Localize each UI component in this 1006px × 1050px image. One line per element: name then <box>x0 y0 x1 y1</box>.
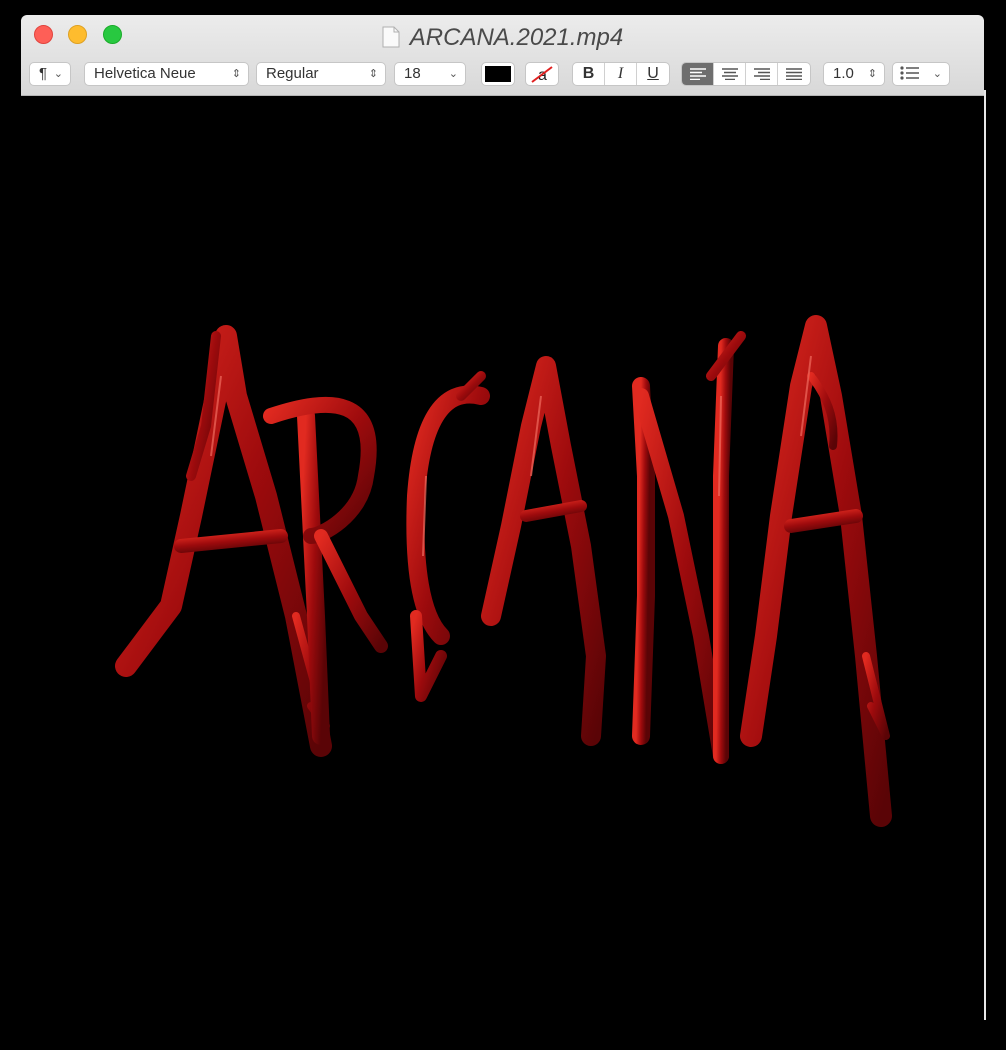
arcana-logo-artwork <box>115 315 892 827</box>
align-center-button[interactable] <box>714 63 746 85</box>
line-spacing-popup[interactable]: 1.0 ⇕ <box>823 62 885 86</box>
chevron-down-icon: ⌄ <box>448 68 458 80</box>
align-center-icon <box>721 68 738 80</box>
text-style-group: B I U <box>572 62 670 86</box>
align-left-icon <box>689 68 706 80</box>
italic-button[interactable]: I <box>605 63 637 85</box>
document-canvas[interactable] <box>21 96 984 1027</box>
document-icon <box>382 26 400 55</box>
list-style-popup[interactable]: ⌄ <box>892 62 950 86</box>
updown-arrows-icon: ⇕ <box>368 68 378 80</box>
updown-arrows-icon: ⇕ <box>231 68 241 80</box>
font-family-value: Helvetica Neue <box>94 65 196 82</box>
paragraph-style-popup[interactable]: ¶ ⌄ <box>29 62 71 86</box>
font-size-combo[interactable]: 18 ⌄ <box>394 62 466 86</box>
chevron-down-icon: ⌄ <box>932 68 942 80</box>
font-style-popup[interactable]: Regular ⇕ <box>256 62 386 86</box>
window-title: ARCANA.2021.mp4 <box>409 24 624 51</box>
updown-arrows-icon: ⇕ <box>867 68 877 80</box>
justify-icon <box>786 68 802 80</box>
align-left-button[interactable] <box>682 63 714 85</box>
text-color-swatch <box>485 66 511 82</box>
font-family-popup[interactable]: Helvetica Neue ⇕ <box>84 62 249 86</box>
alignment-group <box>681 62 811 86</box>
line-spacing-value: 1.0 <box>833 65 854 82</box>
underline-button[interactable]: U <box>637 63 669 85</box>
align-right-button[interactable] <box>746 63 778 85</box>
text-color-well[interactable] <box>481 62 515 86</box>
chevron-down-icon: ⌄ <box>53 68 63 80</box>
window-title-wrap: ARCANA.2021.mp4 <box>21 24 984 55</box>
justify-button[interactable] <box>778 63 810 85</box>
font-size-value: 18 <box>404 65 421 82</box>
background-color-well[interactable]: a <box>525 62 559 86</box>
no-color-icon: a <box>531 66 553 84</box>
bold-button[interactable]: B <box>573 63 605 85</box>
app-window: ARCANA.2021.mp4 ¶ ⌄ Helvetica Neue ⇕ Reg… <box>21 15 984 1027</box>
paragraph-style-label: ¶ <box>39 65 48 82</box>
window-edge <box>984 90 986 1020</box>
bulleted-list-icon <box>900 66 919 80</box>
title-bar[interactable]: ARCANA.2021.mp4 ¶ ⌄ Helvetica Neue ⇕ Reg… <box>21 15 984 96</box>
align-right-icon <box>753 68 770 80</box>
font-style-value: Regular <box>266 65 319 82</box>
